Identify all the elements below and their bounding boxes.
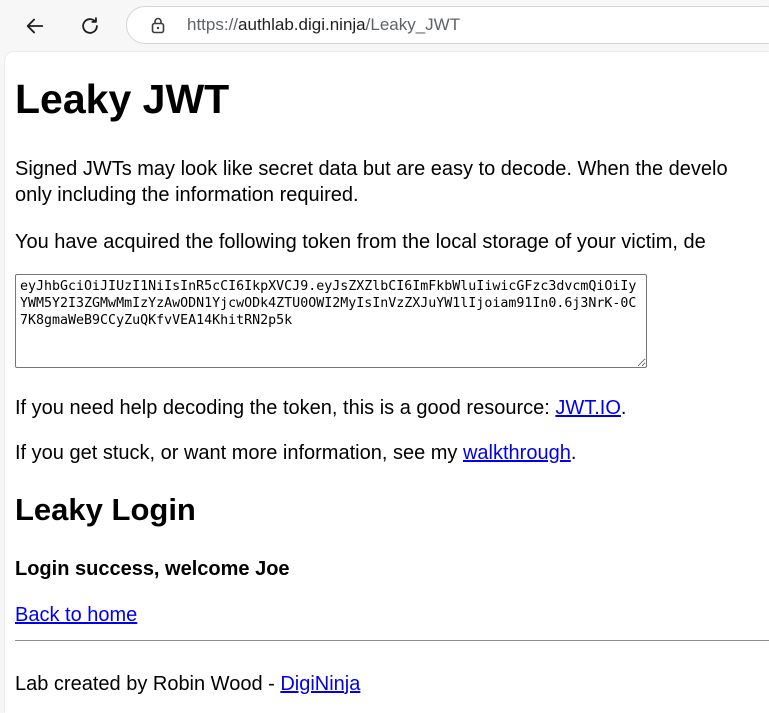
address-bar[interactable]: https://authlab.digi.ninja/Leaky_JWT <box>126 6 769 44</box>
reload-icon <box>82 17 98 34</box>
url-protocol: https:// <box>187 15 239 34</box>
stuck-paragraph: If you get stuck, or want more informati… <box>15 440 576 466</box>
browser-toolbar: https://authlab.digi.ninja/Leaky_JWT <box>0 0 769 52</box>
stuck-text: If you get stuck, or want more informati… <box>15 442 463 464</box>
stuck-suffix: . <box>570 442 577 464</box>
footer: Lab created by Robin Wood - DigiNinja <box>15 671 360 697</box>
page-title: Leaky JWT <box>15 76 230 122</box>
intro-line-1: Signed JWTs may look like secret data bu… <box>15 158 728 180</box>
digininja-link[interactable]: DigiNinja <box>280 673 360 695</box>
url-path: /Leaky_JWT <box>365 15 461 34</box>
walkthrough-link[interactable]: walkthrough <box>463 442 571 464</box>
back-button[interactable] <box>17 8 53 44</box>
reload-button[interactable] <box>72 8 108 44</box>
footer-divider <box>15 640 769 641</box>
section-title: Leaky Login <box>15 492 196 527</box>
back-to-home-link[interactable]: Back to home <box>15 604 137 626</box>
acquired-token-paragraph: You have acquired the following token fr… <box>15 231 706 253</box>
intro-line-2: only including the information required. <box>15 184 359 206</box>
url-host: authlab.digi.ninja <box>238 15 366 34</box>
page-viewport: Leaky JWT Signed JWTs may look like secr… <box>5 52 769 713</box>
back-paragraph: Back to home <box>15 602 137 628</box>
login-success-message: Login success, welcome Joe <box>15 558 290 580</box>
arrow-left-icon <box>26 18 44 34</box>
intro-paragraph: Signed JWTs may look like secret data bu… <box>15 156 728 208</box>
help-text: If you need help decoding the token, thi… <box>15 397 556 419</box>
token-textarea[interactable]: eyJhbGciOiJIUzI1NiIsInR5cCI6IkpXVCJ9.eyJ… <box>15 274 647 368</box>
help-paragraph: If you need help decoding the token, thi… <box>15 395 626 421</box>
footer-text: Lab created by Robin Wood - <box>15 673 281 695</box>
help-suffix: . <box>620 397 627 419</box>
lock-icon[interactable] <box>149 16 167 34</box>
jwt-io-link[interactable]: JWT.IO <box>555 397 621 419</box>
url-text[interactable]: https://authlab.digi.ninja/Leaky_JWT <box>187 7 460 43</box>
